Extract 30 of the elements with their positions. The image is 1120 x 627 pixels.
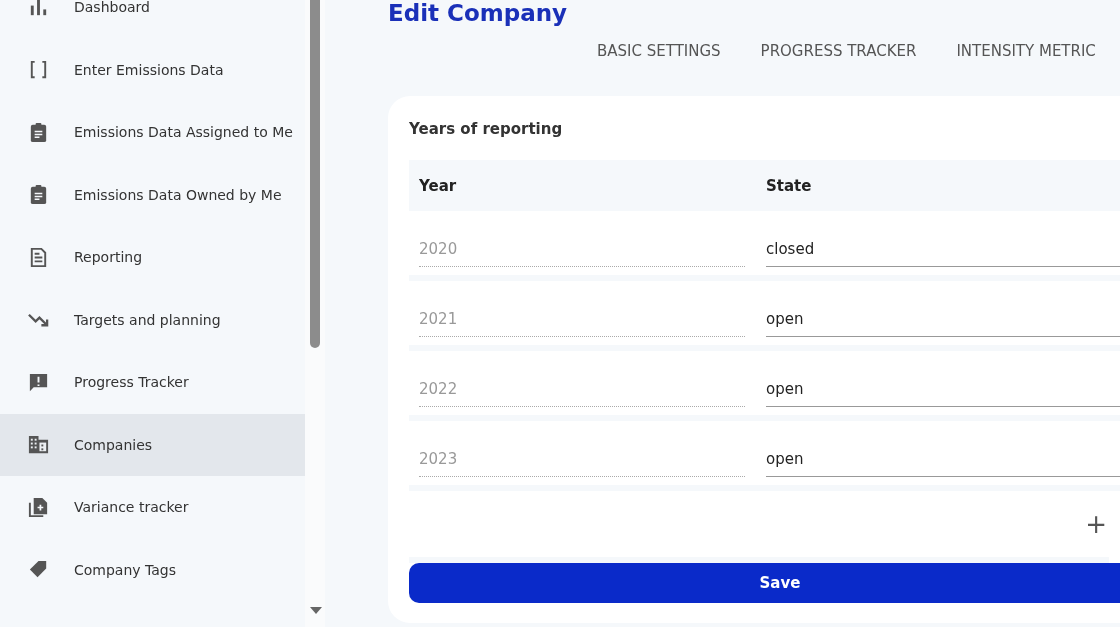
sidebar-item[interactable]: Dashboard [0,0,305,39]
column-header: State [766,176,813,195]
scrollbar-thumb[interactable] [310,0,320,348]
state-field[interactable]: open [766,310,1120,337]
document-stack-icon [27,495,50,519]
sidebar-item[interactable]: Company Tags [0,538,305,601]
year-field: 2023 [419,450,745,477]
save-button[interactable]: Save [409,563,1120,603]
sidebar-item[interactable]: Reporting [0,226,305,289]
sidebar-item[interactable]: Emissions Data Owned by Me [0,163,305,226]
add-button[interactable]: + [1083,511,1109,537]
tab[interactable]: INTENSITY METRIC [956,42,1096,62]
year-field: 2021 [419,310,745,337]
sidebar-item[interactable]: Enter Emissions Data [0,38,305,101]
sidebar-item[interactable]: Progress Tracker [0,351,305,414]
sidebar-item[interactable]: Companies [0,413,305,476]
sidebar-item[interactable]: Targets and planning [0,288,305,351]
scroll-down-icon[interactable] [310,607,322,615]
sidebar-item[interactable]: Emissions Data Assigned to Me [0,101,305,164]
year-field: 2020 [419,240,745,267]
tab[interactable]: PROGRESS TRACKER [760,42,917,62]
column-header: Year [419,176,458,195]
page-title: Edit Company [388,0,569,28]
state-field[interactable]: open [766,450,1120,477]
section-title: Years of reporting [409,120,564,138]
state-field[interactable]: closed [766,240,1120,267]
year-field: 2022 [419,380,745,407]
sidebar-item[interactable]: Variance tracker [0,476,305,539]
state-field[interactable]: open [766,380,1120,407]
tab[interactable]: BASIC SETTINGS [597,42,721,62]
